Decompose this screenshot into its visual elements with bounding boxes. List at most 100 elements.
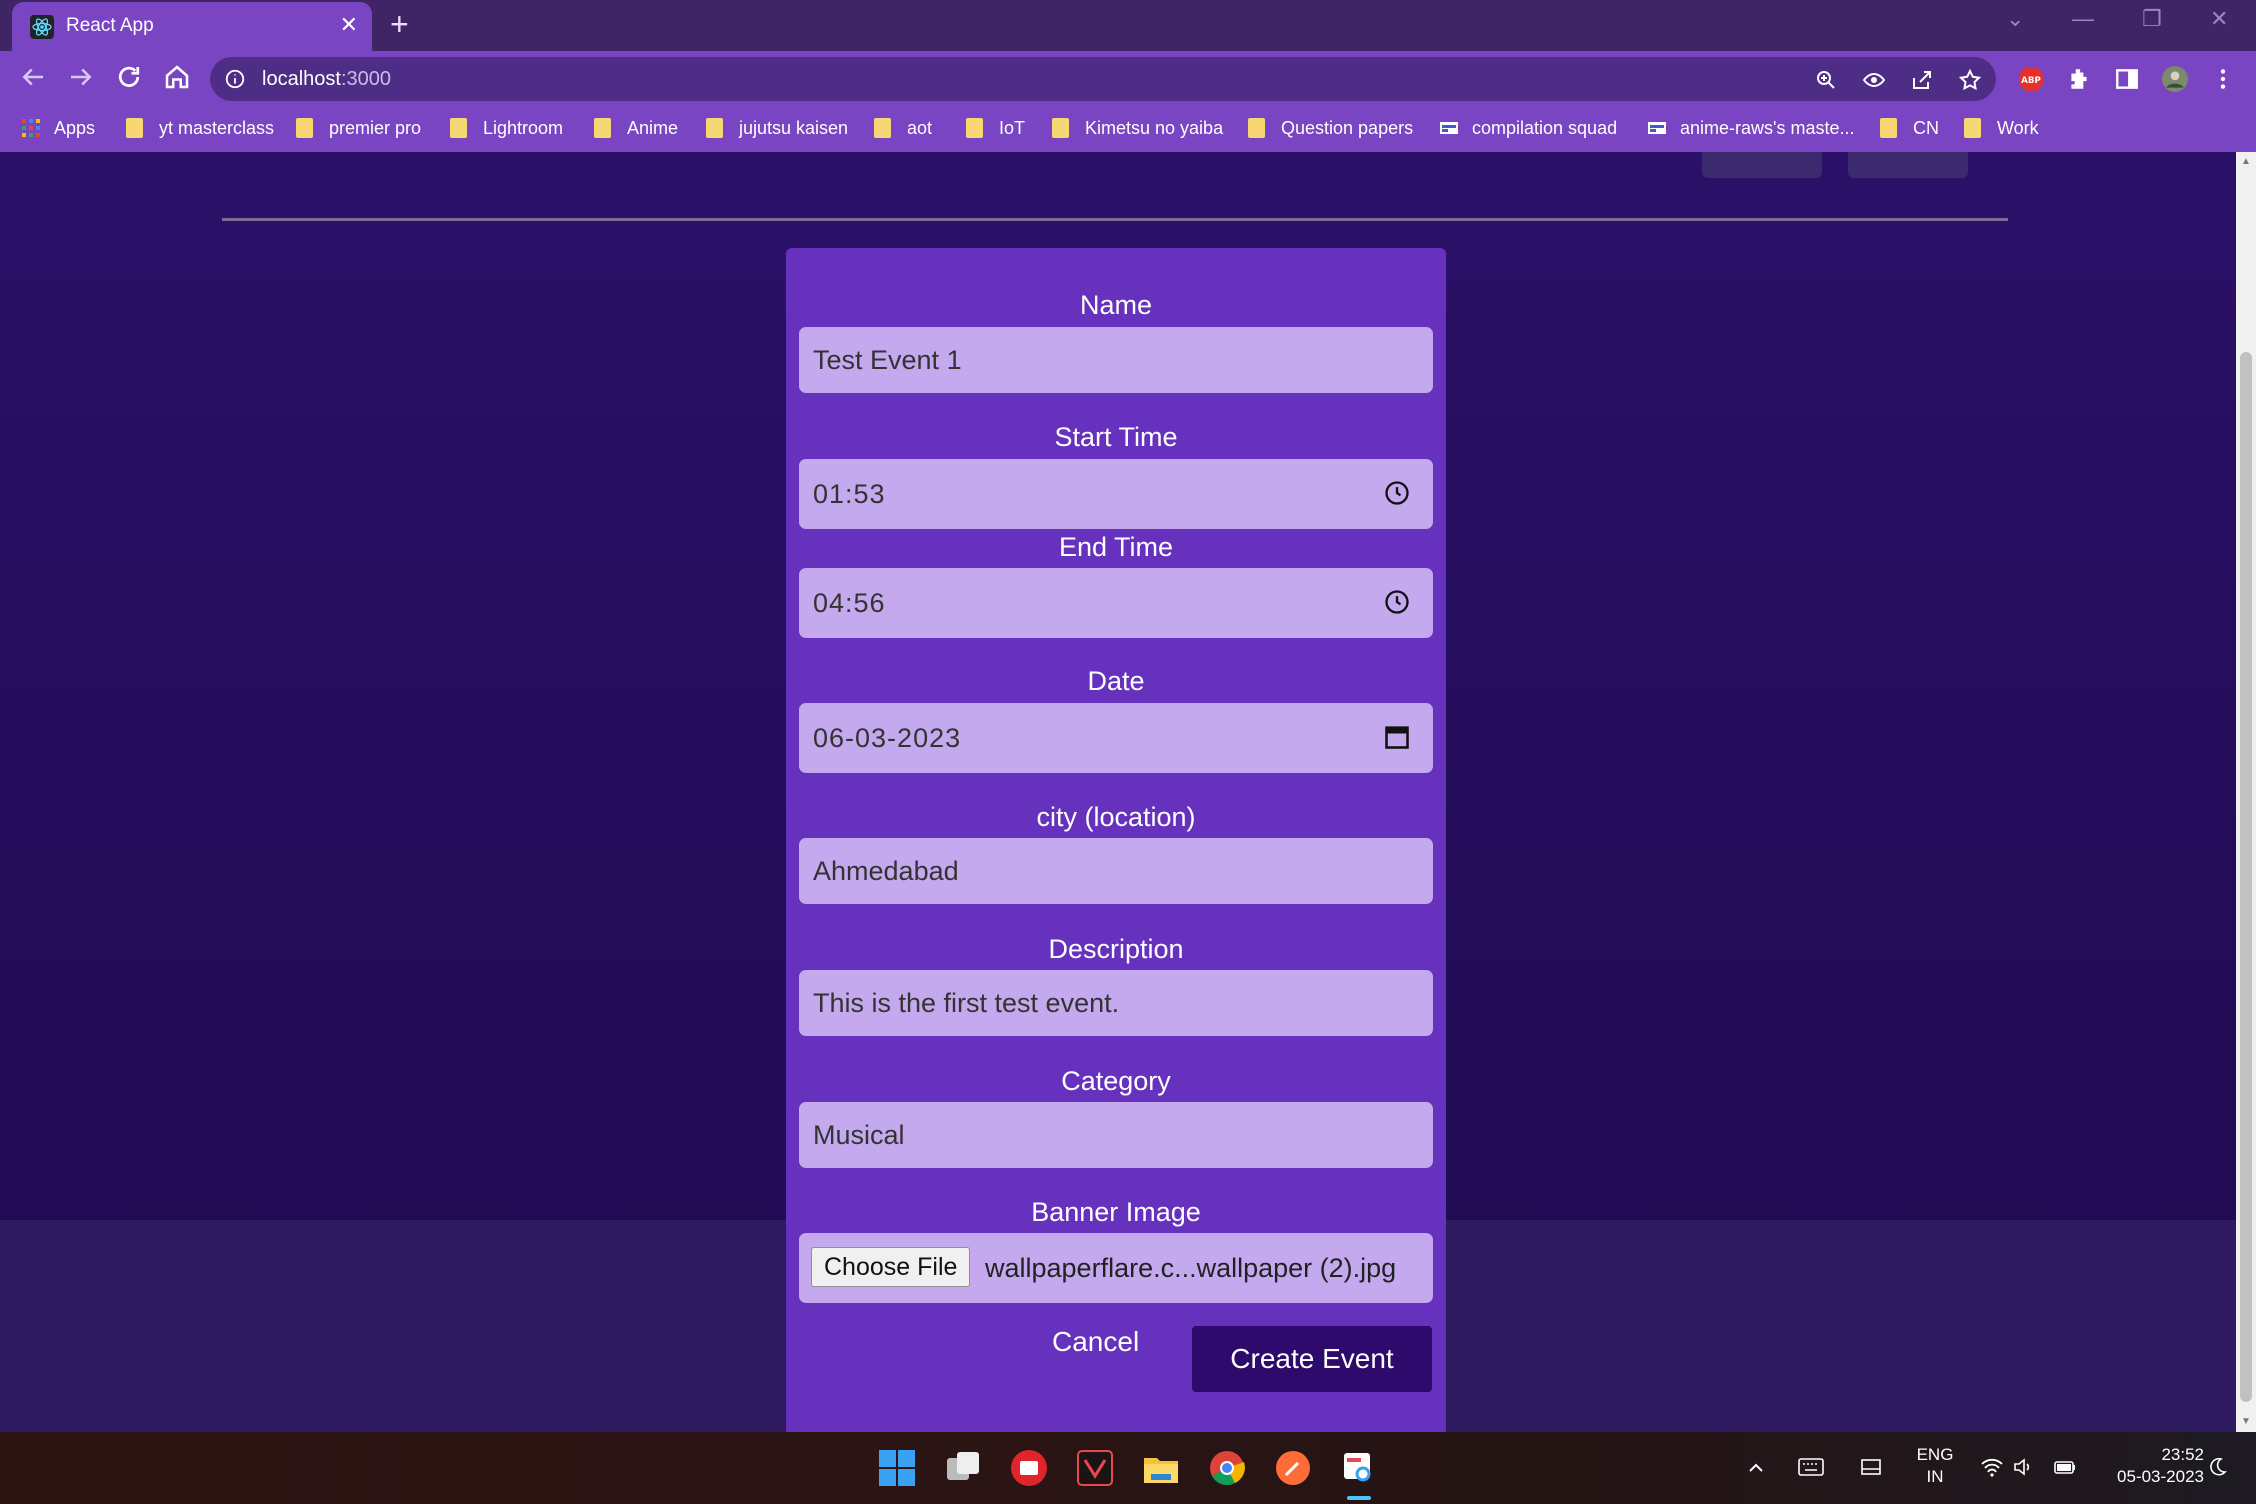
name-input[interactable]: Test Event 1 — [799, 327, 1433, 393]
category-input[interactable]: Musical — [799, 1102, 1433, 1168]
scroll-up-icon[interactable]: ▲ — [2241, 156, 2251, 167]
description-label: Description — [1048, 934, 1184, 964]
description-input[interactable]: This is the first test event. — [799, 970, 1433, 1036]
site-icon — [1440, 122, 1458, 134]
share-icon[interactable] — [1910, 68, 1934, 92]
end-time-input[interactable]: 04:56 — [799, 568, 1433, 638]
cancel-button[interactable]: Cancel — [1052, 1326, 1139, 1358]
city-input[interactable]: Ahmedabad — [799, 838, 1433, 904]
header-button[interactable] — [1702, 152, 1822, 178]
bookmark-cn[interactable]: CN — [1880, 118, 1939, 139]
task-view-icon[interactable] — [943, 1448, 983, 1488]
language-indicator[interactable]: ENG IN — [1912, 1444, 1958, 1488]
scrollbar-thumb[interactable] — [2240, 352, 2252, 1402]
back-icon[interactable] — [18, 62, 48, 92]
folder-icon — [874, 118, 891, 138]
bookmark-yt-masterclass[interactable]: yt masterclass — [126, 118, 274, 139]
valorant-icon[interactable] — [1075, 1448, 1115, 1488]
system-clock[interactable]: 23:52 05-03-2023 — [2090, 1444, 2204, 1488]
clock-icon[interactable] — [1383, 479, 1411, 507]
end-time-label: End Time — [1058, 532, 1174, 562]
divider — [222, 218, 2008, 221]
pen-workspace-icon[interactable] — [1860, 1456, 1882, 1478]
tab-react-app[interactable]: React App ✕ — [12, 2, 372, 51]
side-panel-icon[interactable] — [2114, 66, 2140, 92]
date-label: Date — [1087, 666, 1145, 696]
chevron-up-icon[interactable] — [1746, 1458, 1766, 1478]
windows-start-icon[interactable] — [877, 1448, 917, 1488]
address-bar[interactable]: localhost:3000 — [210, 57, 1996, 101]
folder-icon — [594, 118, 611, 138]
home-icon[interactable] — [162, 62, 192, 92]
banner-file-input[interactable]: Choose File wallpaperflare.c...wallpaper… — [799, 1233, 1433, 1303]
tab-strip: React App ✕ + ⌄ — ❐ ✕ — [0, 0, 2256, 51]
bookmark-question-papers[interactable]: Question papers — [1248, 118, 1413, 139]
adblock-icon[interactable]: ABP — [2018, 66, 2044, 92]
create-event-button[interactable]: Create Event — [1192, 1326, 1432, 1392]
folder-icon — [1880, 118, 1897, 138]
folder-icon — [1964, 118, 1981, 138]
bookmark-jujutsu-kaisen[interactable]: jujutsu kaisen — [706, 118, 848, 139]
keyboard-icon[interactable] — [1798, 1456, 1824, 1478]
bookmark-premier-pro[interactable]: premier pro — [296, 118, 421, 139]
volume-icon[interactable] — [2012, 1456, 2034, 1478]
start-time-label: Start Time — [1054, 422, 1178, 452]
close-window-icon[interactable]: ✕ — [2210, 6, 2228, 32]
browser-toolbar: localhost:3000 ABP — [0, 51, 2256, 107]
zoom-icon[interactable] — [1814, 68, 1838, 92]
clock-date: 05-03-2023 — [2117, 1467, 2204, 1486]
focus-moon-icon[interactable] — [2206, 1456, 2228, 1478]
folder-icon — [1248, 118, 1265, 138]
site-info-icon[interactable] — [224, 68, 246, 90]
bookmark-kimetsu-no-yaiba[interactable]: Kimetsu no yaiba — [1052, 118, 1223, 139]
bookmark-work[interactable]: Work — [1964, 118, 2039, 139]
tab-search-icon[interactable]: ⌄ — [2006, 6, 2024, 32]
header-button[interactable] — [1848, 152, 1968, 178]
bookmark-compilation-squad[interactable]: compilation squad — [1440, 118, 1617, 139]
folder-icon — [966, 118, 983, 138]
folder-icon — [706, 118, 723, 138]
snipping-tool-icon[interactable] — [1339, 1448, 1379, 1488]
restore-icon[interactable]: ❐ — [2142, 6, 2162, 32]
new-tab-button[interactable]: + — [390, 6, 409, 43]
menu-icon[interactable] — [2210, 66, 2236, 92]
profile-avatar[interactable] — [2162, 66, 2188, 92]
svg-text:ABP: ABP — [2021, 76, 2041, 86]
react-icon — [30, 15, 54, 39]
bookmark-lightroom[interactable]: Lightroom — [450, 118, 563, 139]
choose-file-button[interactable]: Choose File — [811, 1247, 971, 1287]
page-scrollbar[interactable]: ▲ ▼ — [2236, 152, 2256, 1432]
bookmark-anime-raws[interactable]: anime-raws's maste... — [1648, 118, 1854, 139]
clock-time: 23:52 — [2161, 1445, 2204, 1464]
extensions-icon[interactable] — [2066, 66, 2092, 92]
close-tab-icon[interactable]: ✕ — [340, 12, 358, 38]
city-value: Ahmedabad — [813, 856, 959, 886]
bookmark-anime[interactable]: Anime — [594, 118, 678, 139]
scroll-down-icon[interactable]: ▼ — [2241, 1416, 2251, 1427]
app-red-icon[interactable] — [1009, 1448, 1049, 1488]
folder-icon — [296, 118, 313, 138]
calendar-icon[interactable] — [1383, 723, 1411, 751]
description-value: This is the first test event. — [813, 988, 1120, 1018]
banner-label: Banner Image — [1031, 1197, 1201, 1227]
bookmark-star-icon[interactable] — [1958, 68, 1982, 92]
eye-icon[interactable] — [1862, 68, 1886, 92]
date-input[interactable]: 06-03-2023 — [799, 703, 1433, 773]
minimize-icon[interactable]: — — [2072, 6, 2094, 32]
wifi-icon[interactable] — [1980, 1456, 2004, 1478]
reload-icon[interactable] — [114, 62, 144, 92]
bookmark-iot[interactable]: IoT — [966, 118, 1025, 139]
site-icon — [1648, 122, 1666, 134]
battery-icon[interactable] — [2052, 1456, 2078, 1478]
chrome-icon[interactable] — [1207, 1448, 1247, 1488]
category-label: Category — [1061, 1066, 1171, 1096]
forward-icon[interactable] — [66, 62, 96, 92]
postman-icon[interactable] — [1273, 1448, 1313, 1488]
file-explorer-icon[interactable] — [1141, 1448, 1181, 1488]
clock-icon[interactable] — [1383, 588, 1411, 616]
end-time-value: 04:56 — [813, 588, 886, 618]
start-time-input[interactable]: 01:53 — [799, 459, 1433, 529]
bookmark-apps[interactable]: Apps — [22, 118, 95, 139]
date-value: 06-03-2023 — [813, 723, 962, 753]
bookmark-aot[interactable]: aot — [874, 118, 932, 139]
